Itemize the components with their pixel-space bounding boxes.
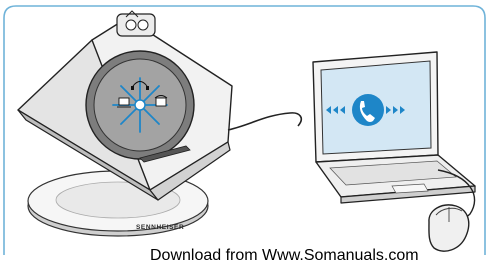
- laptop: [312, 51, 476, 204]
- headset-clip: [116, 10, 156, 37]
- mouse: [428, 204, 470, 252]
- laptop-trackpad: [391, 183, 429, 194]
- watermark-text: Download from Www.Somanuals.com: [150, 247, 419, 264]
- usb-cable: [227, 112, 302, 131]
- brand-label: SENNHEISER: [136, 224, 185, 231]
- base-station: [17, 10, 233, 237]
- illustration: SENNHEISER: [0, 0, 491, 261]
